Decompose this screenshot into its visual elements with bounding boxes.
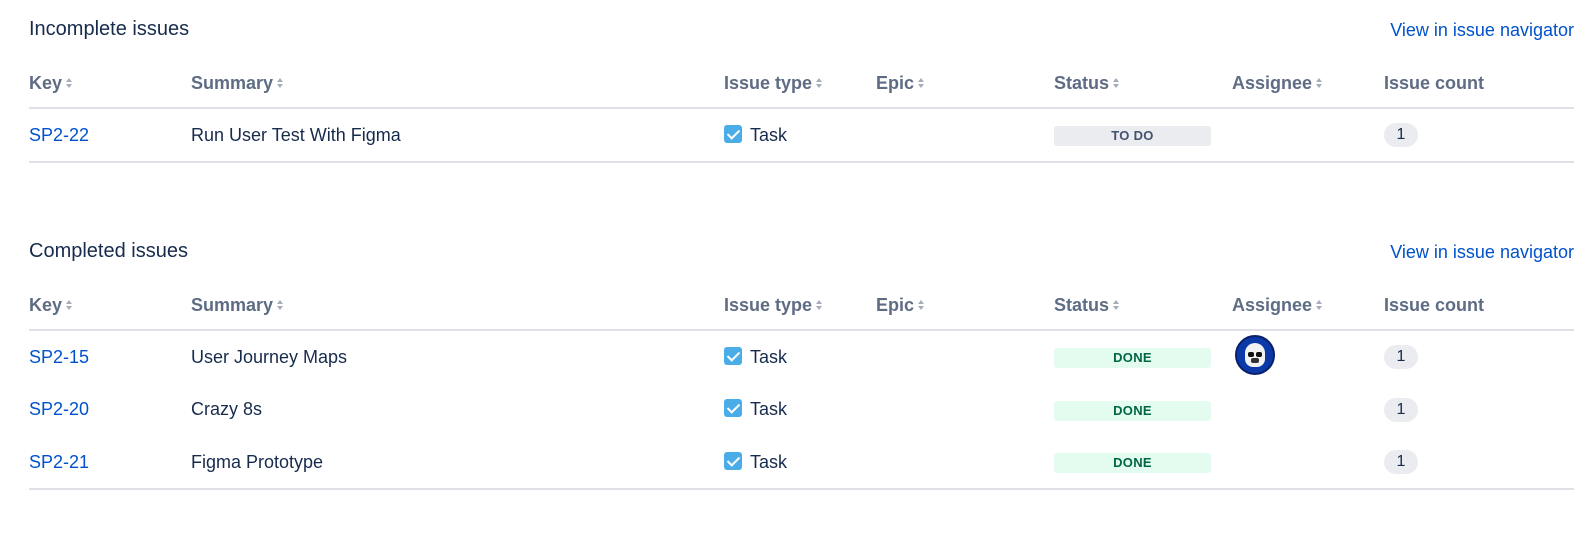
issue-summary: Run User Test With Figma bbox=[191, 108, 724, 163]
issue-type-cell: Task bbox=[724, 108, 876, 163]
section-title: Incomplete issues bbox=[29, 18, 190, 40]
epic-cell bbox=[876, 108, 1054, 163]
sort-icon bbox=[917, 299, 925, 311]
epic-cell bbox=[876, 383, 1054, 436]
column-header-status[interactable]: Status bbox=[1054, 60, 1232, 109]
column-header-key[interactable]: Key bbox=[29, 282, 191, 331]
view-in-issue-navigator-link[interactable]: View in issue navigator bbox=[1390, 20, 1574, 41]
completed-issues-table: Key Summary Issue type Epic Status Assig… bbox=[29, 282, 1574, 490]
column-header-epic[interactable]: Epic bbox=[876, 282, 1054, 331]
column-header-assignee[interactable]: Assignee bbox=[1232, 60, 1384, 109]
incomplete-issues-section: Incomplete issues View in issue navigato… bbox=[29, 0, 1574, 163]
stormtrooper-avatar-icon bbox=[1245, 343, 1265, 367]
task-checkbox-icon bbox=[724, 451, 742, 470]
assignee-cell bbox=[1232, 436, 1384, 490]
status-badge: DONE bbox=[1054, 400, 1211, 421]
column-header-issue-count: Issue count bbox=[1384, 282, 1574, 331]
sort-icon bbox=[65, 299, 73, 311]
table-header-row: Key Summary Issue type Epic Status Assig… bbox=[29, 60, 1574, 109]
sort-icon bbox=[1315, 299, 1323, 311]
issue-type-cell: Task bbox=[724, 383, 876, 436]
issue-type-cell: Task bbox=[724, 330, 876, 383]
table-row: SP2-21 Figma Prototype Task DONE 1 bbox=[29, 436, 1574, 490]
table-row: SP2-22 Run User Test With Figma Task TO … bbox=[29, 108, 1574, 163]
assignee-cell bbox=[1232, 383, 1384, 436]
sort-icon bbox=[1112, 299, 1120, 311]
epic-cell bbox=[876, 436, 1054, 490]
issue-summary: Crazy 8s bbox=[191, 399, 263, 419]
sort-icon bbox=[276, 77, 284, 89]
issue-count-badge: 1 bbox=[1384, 123, 1418, 147]
task-checkbox-icon bbox=[724, 346, 742, 365]
status-cell: DONE bbox=[1054, 330, 1232, 383]
issue-count-cell: 1 bbox=[1384, 383, 1574, 436]
sort-icon bbox=[1112, 77, 1120, 89]
sort-icon bbox=[65, 77, 73, 89]
section-header: Completed issues View in issue navigator bbox=[29, 222, 1574, 282]
status-cell: DONE bbox=[1054, 436, 1232, 490]
table-header-row: Key Summary Issue type Epic Status Assig… bbox=[29, 282, 1574, 331]
issue-type-label: Task bbox=[750, 346, 788, 367]
status-badge: DONE bbox=[1054, 348, 1211, 368]
sort-icon bbox=[1315, 77, 1323, 89]
status-cell: TO DO bbox=[1054, 108, 1232, 163]
task-checkbox-icon bbox=[724, 399, 742, 418]
issue-type-cell: Task bbox=[724, 436, 876, 490]
assignee-avatar[interactable] bbox=[1235, 335, 1275, 375]
issue-key-link[interactable]: SP2-21 bbox=[29, 452, 89, 472]
section-title: Completed issues bbox=[29, 240, 188, 262]
sort-icon bbox=[276, 299, 284, 311]
issue-summary: User Journey Maps bbox=[191, 346, 348, 367]
issue-key-link[interactable]: SP2-15 bbox=[29, 347, 89, 367]
issue-key-link[interactable]: SP2-22 bbox=[29, 125, 89, 145]
column-header-status[interactable]: Status bbox=[1054, 282, 1232, 331]
column-header-summary[interactable]: Summary bbox=[191, 60, 724, 109]
issue-count-badge: 1 bbox=[1384, 345, 1418, 369]
issue-count-cell: 1 bbox=[1384, 330, 1574, 383]
issue-key-link[interactable]: SP2-20 bbox=[29, 399, 89, 419]
issue-type-label: Task bbox=[750, 399, 788, 419]
issue-type-label: Task bbox=[750, 124, 788, 145]
issue-type-label: Task bbox=[750, 451, 788, 472]
view-in-issue-navigator-link[interactable]: View in issue navigator bbox=[1390, 242, 1574, 263]
issue-count-cell: 1 bbox=[1384, 436, 1574, 490]
status-cell: DONE bbox=[1054, 383, 1232, 436]
sort-icon bbox=[815, 77, 823, 89]
incomplete-issues-table: Key Summary Issue type Epic Status Assig… bbox=[29, 60, 1574, 163]
issue-count-badge: 1 bbox=[1384, 450, 1418, 474]
task-checkbox-icon bbox=[724, 124, 742, 143]
section-header: Incomplete issues View in issue navigato… bbox=[29, 0, 1574, 60]
column-header-issue-type[interactable]: Issue type bbox=[724, 60, 876, 109]
column-header-key[interactable]: Key bbox=[29, 60, 191, 109]
sort-icon bbox=[815, 299, 823, 311]
status-badge: TO DO bbox=[1054, 126, 1211, 146]
issue-count-cell: 1 bbox=[1384, 108, 1574, 163]
assignee-cell bbox=[1232, 108, 1384, 163]
status-badge: DONE bbox=[1054, 453, 1211, 473]
column-header-issue-count: Issue count bbox=[1384, 60, 1574, 109]
completed-issues-section: Completed issues View in issue navigator… bbox=[29, 222, 1574, 490]
epic-cell bbox=[876, 330, 1054, 383]
table-row: SP2-15 User Journey Maps Task DONE 1 bbox=[29, 330, 1574, 383]
column-header-summary[interactable]: Summary bbox=[191, 282, 724, 331]
column-header-assignee[interactable]: Assignee bbox=[1232, 282, 1384, 331]
assignee-cell bbox=[1232, 330, 1384, 383]
issue-summary: Figma Prototype bbox=[191, 436, 724, 490]
sort-icon bbox=[917, 77, 925, 89]
column-header-epic[interactable]: Epic bbox=[876, 60, 1054, 109]
table-row: SP2-20 Crazy 8s Task DONE 1 bbox=[29, 383, 1574, 436]
column-header-issue-type[interactable]: Issue type bbox=[724, 282, 876, 331]
issue-count-badge: 1 bbox=[1384, 397, 1418, 422]
